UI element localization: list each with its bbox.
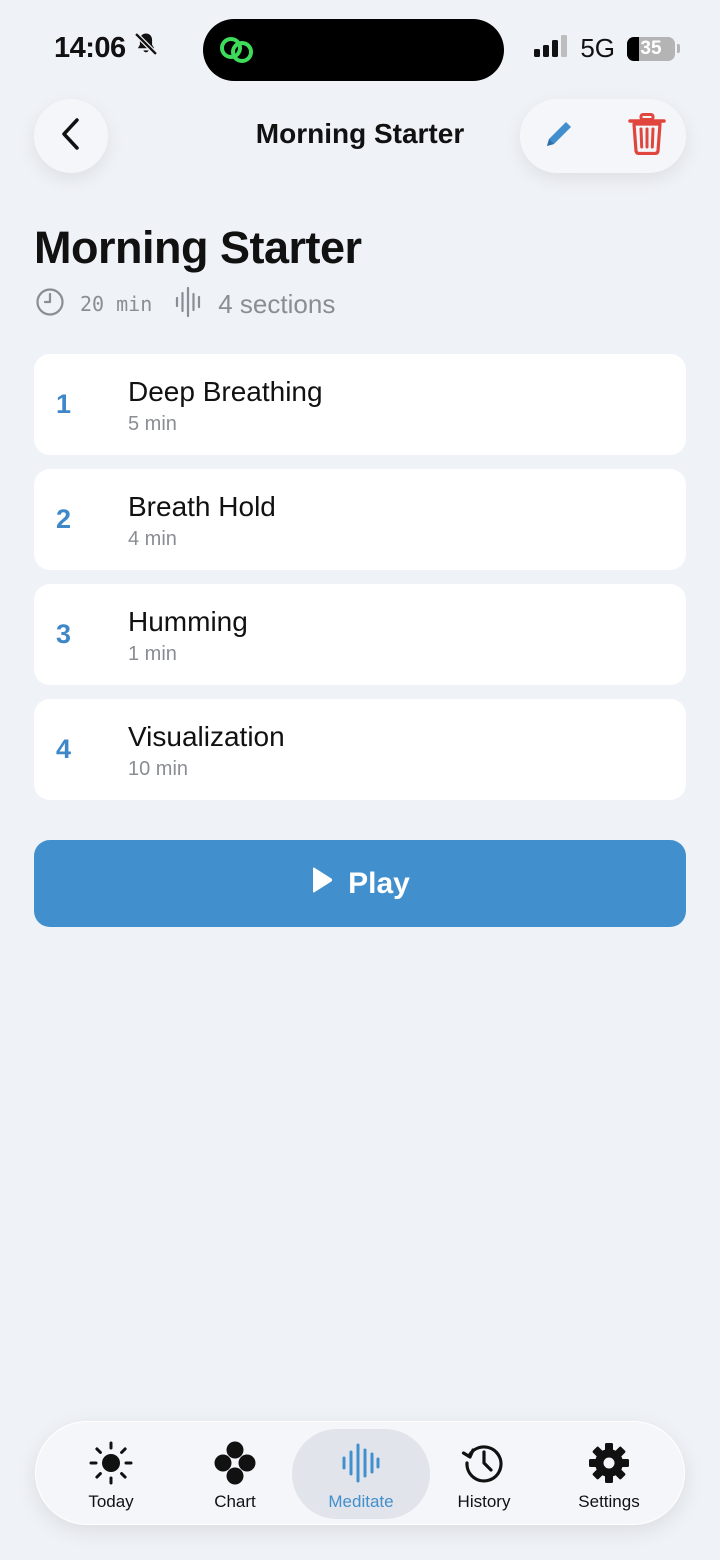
link-rings-icon bbox=[217, 33, 257, 67]
bell-muted-icon bbox=[132, 30, 160, 66]
tab-meditate[interactable]: Meditate bbox=[292, 1429, 430, 1519]
section-duration: 10 min bbox=[128, 758, 189, 780]
battery-body: 35 bbox=[627, 36, 675, 61]
status-time: 14:06 bbox=[54, 30, 160, 66]
tab-history[interactable]: History bbox=[415, 1429, 553, 1519]
status-time-text: 14:06 bbox=[54, 31, 126, 64]
network-type: 5G bbox=[580, 33, 615, 63]
battery-level: 35 bbox=[640, 37, 662, 59]
gear-icon bbox=[586, 1440, 632, 1486]
delete-button[interactable] bbox=[626, 112, 668, 160]
tab-label: Settings bbox=[578, 1492, 640, 1511]
tab-label: Today bbox=[88, 1492, 134, 1511]
edit-button[interactable] bbox=[538, 115, 580, 157]
cellular-signal-icon bbox=[534, 35, 568, 62]
section-duration: 5 min bbox=[128, 413, 177, 435]
waveform-icon bbox=[338, 1440, 384, 1486]
play-button[interactable]: Play bbox=[34, 840, 686, 927]
section-duration: 1 min bbox=[128, 643, 177, 665]
pencil-icon bbox=[541, 116, 577, 157]
section-number: 3 bbox=[56, 619, 72, 649]
section-number: 1 bbox=[56, 389, 72, 419]
tab-today[interactable]: Today bbox=[42, 1429, 180, 1519]
waveform-icon bbox=[174, 286, 204, 323]
clock-icon bbox=[34, 286, 66, 323]
section-item[interactable]: 1 Deep Breathing 5 min bbox=[34, 354, 686, 455]
history-clock-icon bbox=[461, 1440, 507, 1486]
section-item[interactable]: 2 Breath Hold 4 min bbox=[34, 469, 686, 570]
play-icon bbox=[310, 866, 334, 902]
tab-chart[interactable]: Chart bbox=[166, 1429, 304, 1519]
page-title: Morning Starter bbox=[34, 222, 362, 273]
sun-icon bbox=[88, 1440, 134, 1486]
battery-icon: 35 bbox=[627, 36, 680, 61]
tab-bar: Today Chart Meditate History Settings bbox=[35, 1421, 685, 1525]
screen: 14:06 5G 35 Morning Starter Morning Star… bbox=[0, 0, 720, 1560]
section-name: Breath Hold bbox=[128, 491, 276, 522]
section-number: 2 bbox=[56, 504, 72, 534]
tab-label: Chart bbox=[214, 1492, 256, 1511]
dynamic-island bbox=[203, 19, 504, 81]
play-button-label: Play bbox=[348, 866, 410, 900]
trash-icon bbox=[628, 112, 666, 160]
section-name: Deep Breathing bbox=[128, 376, 323, 407]
section-item[interactable]: 3 Humming 1 min bbox=[34, 584, 686, 685]
tab-label: Meditate bbox=[328, 1492, 394, 1511]
section-item[interactable]: 4 Visualization 10 min bbox=[34, 699, 686, 800]
routine-sections-count: 4 sections bbox=[218, 288, 336, 319]
dots-cluster-icon bbox=[212, 1440, 258, 1486]
tab-label: History bbox=[457, 1492, 511, 1511]
tab-settings[interactable]: Settings bbox=[540, 1429, 678, 1519]
section-number: 4 bbox=[56, 734, 72, 764]
battery-fill bbox=[627, 36, 639, 61]
routine-meta: 20 min 4 sections bbox=[34, 286, 335, 322]
status-right: 5G 35 bbox=[534, 33, 680, 64]
section-duration: 4 min bbox=[128, 528, 177, 550]
battery-nub bbox=[677, 44, 680, 53]
routine-duration: 20 min bbox=[80, 292, 153, 316]
sections-list: 1 Deep Breathing 5 min 2 Breath Hold 4 m… bbox=[34, 354, 686, 814]
section-name: Humming bbox=[128, 606, 248, 637]
header-actions bbox=[520, 99, 686, 173]
section-name: Visualization bbox=[128, 721, 285, 752]
